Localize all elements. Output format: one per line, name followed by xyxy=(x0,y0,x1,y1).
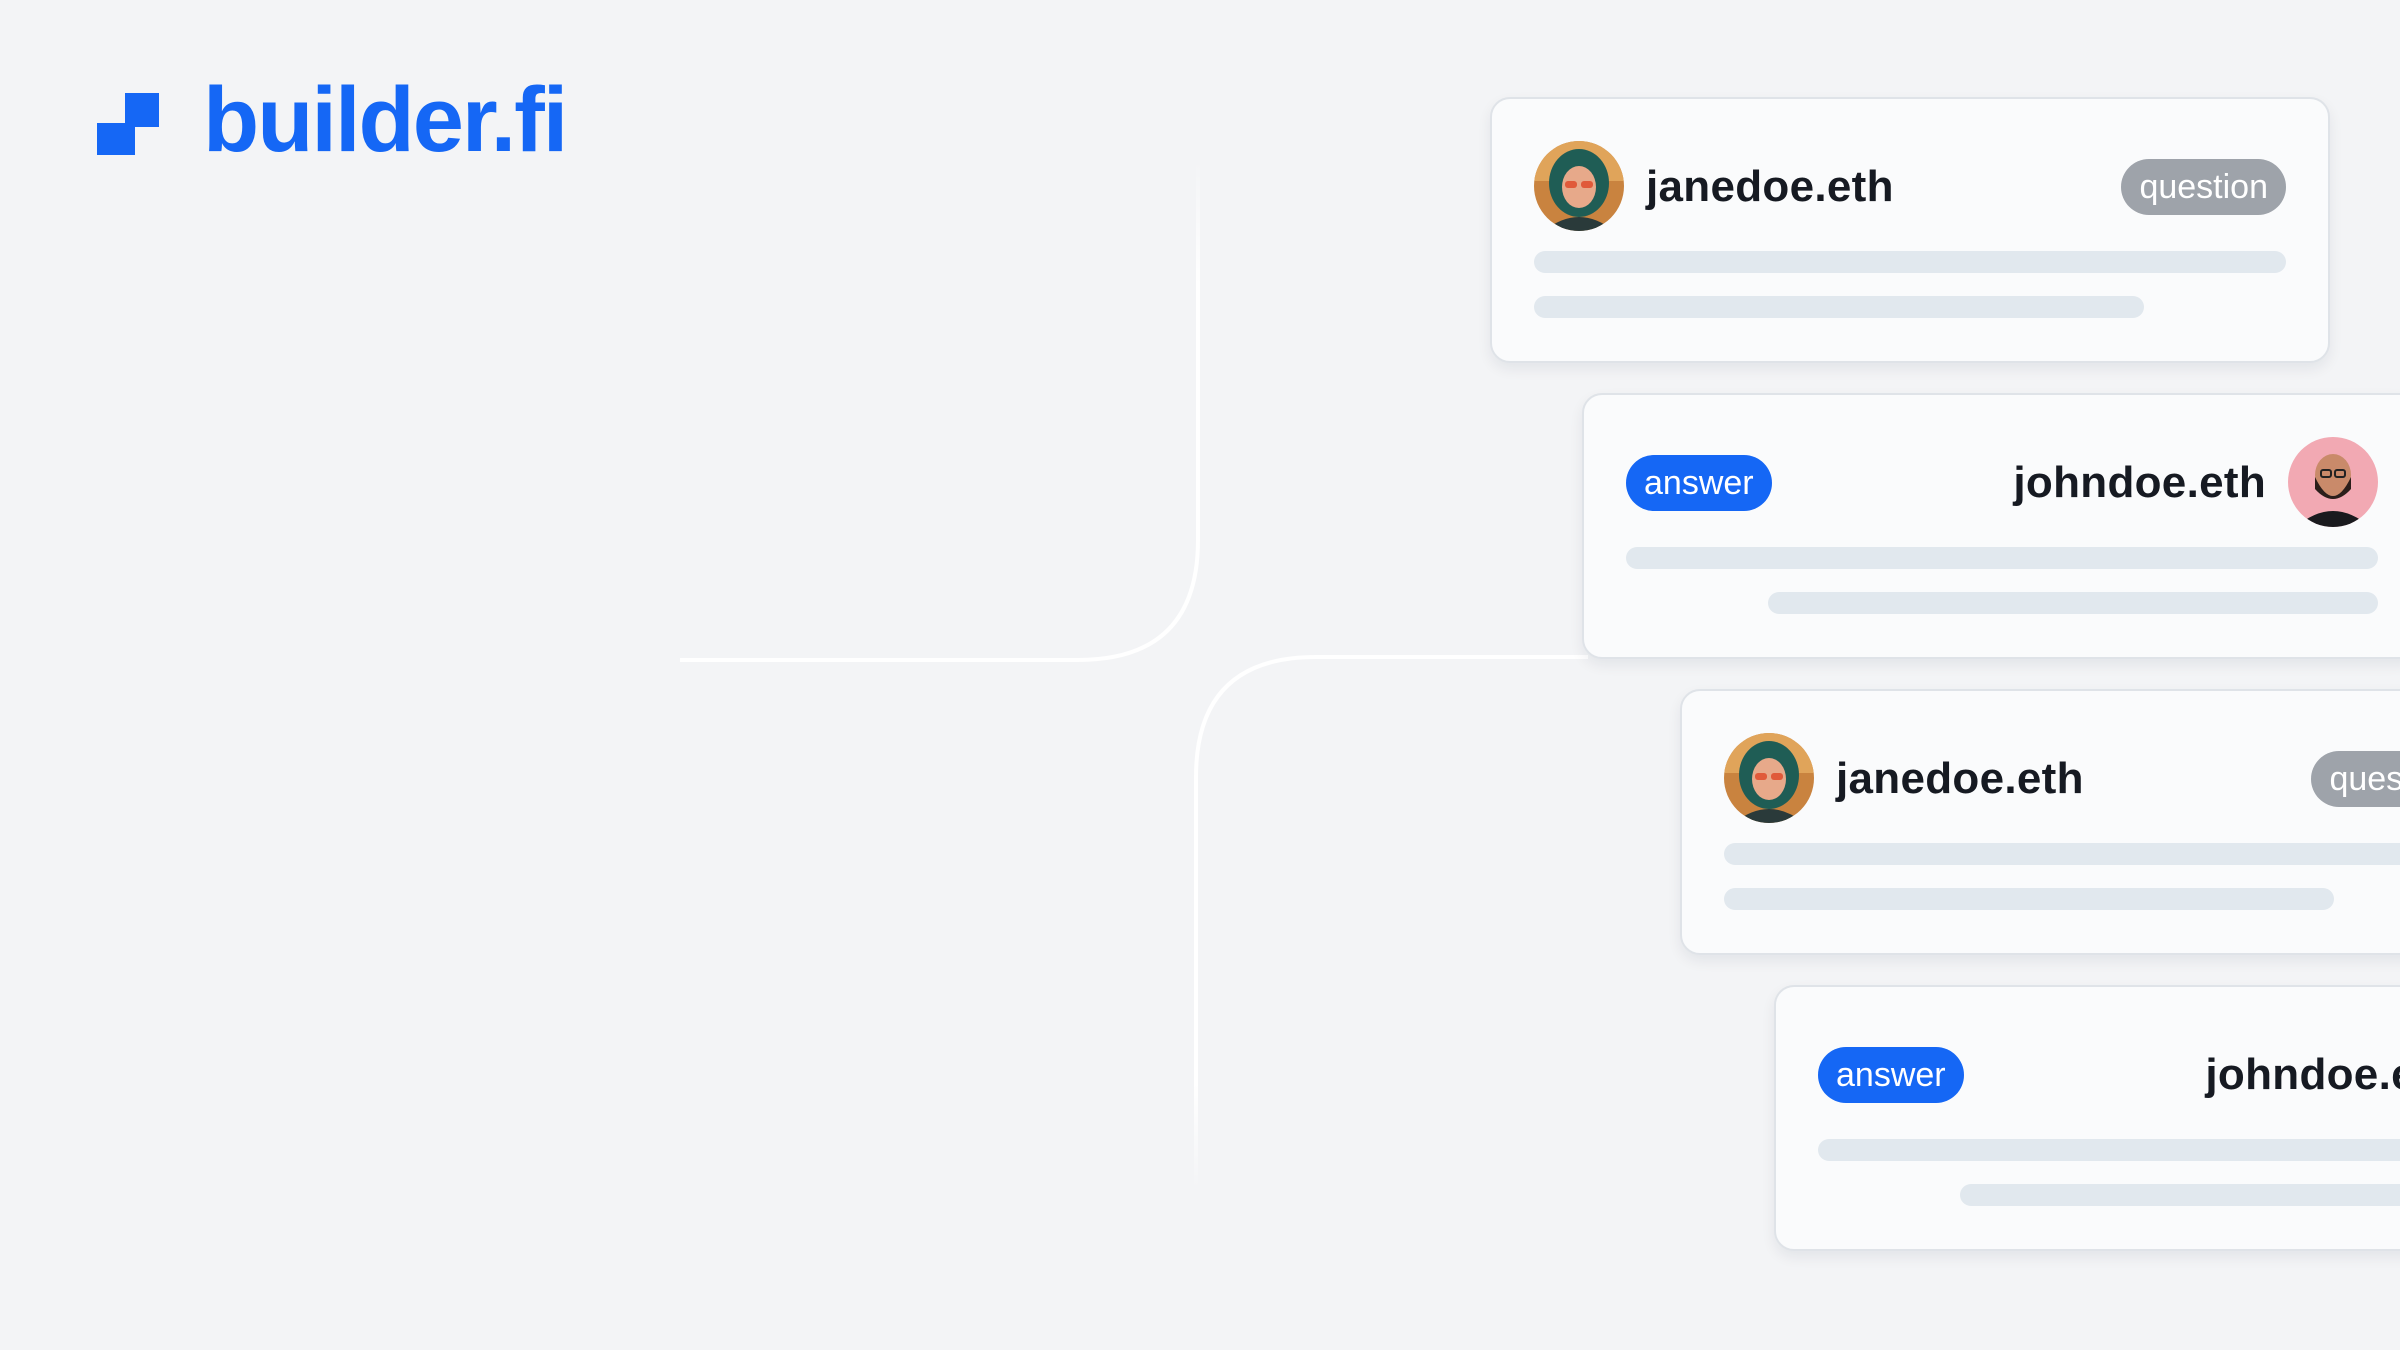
text-placeholder-line xyxy=(1724,888,2334,910)
connector-line-upper xyxy=(680,160,1200,662)
text-placeholder-line xyxy=(1768,592,2378,614)
card-header: janedoe.eth question xyxy=(1534,141,2286,233)
text-placeholder-line xyxy=(1534,296,2144,318)
text-placeholder-line xyxy=(1818,1139,2400,1161)
man-avatar-icon[interactable] xyxy=(2288,437,2378,527)
thread-card-answer[interactable]: answer johndoe.eth xyxy=(1582,393,2400,659)
text-placeholder-line xyxy=(1724,843,2400,865)
thread-card-answer[interactable]: answer johndoe.eth xyxy=(1774,985,2400,1251)
thread-card-question[interactable]: janedoe.eth question xyxy=(1680,689,2400,955)
card-header: answer johndoe.eth xyxy=(1818,1029,2400,1121)
woman-avatar-icon[interactable] xyxy=(1724,733,1814,823)
woman-avatar-icon[interactable] xyxy=(1534,141,1624,231)
brand-logo[interactable]: builder.fi xyxy=(95,74,568,170)
text-placeholder-line xyxy=(1534,251,2286,273)
thread-card-question[interactable]: janedoe.eth question xyxy=(1490,97,2330,363)
question-tag: question xyxy=(2121,159,2286,215)
hero-canvas: builder.fi janedoe.eth question answer j… xyxy=(0,0,2400,1350)
builder-logo-icon xyxy=(95,91,161,157)
answer-tag: answer xyxy=(1626,455,1772,511)
card-header: janedoe.eth question xyxy=(1724,733,2400,825)
text-placeholder-line xyxy=(1960,1184,2400,1206)
username[interactable]: johndoe.eth xyxy=(2205,1050,2400,1100)
card-header: answer johndoe.eth xyxy=(1626,437,2378,529)
question-tag: question xyxy=(2311,751,2400,807)
username[interactable]: janedoe.eth xyxy=(1646,162,1894,212)
answer-tag: answer xyxy=(1818,1047,1964,1103)
username[interactable]: janedoe.eth xyxy=(1836,754,2084,804)
brand-name: builder.fi xyxy=(203,69,568,171)
username[interactable]: johndoe.eth xyxy=(2013,458,2266,508)
connector-line-lower xyxy=(1194,655,1588,1190)
text-placeholder-line xyxy=(1626,547,2378,569)
